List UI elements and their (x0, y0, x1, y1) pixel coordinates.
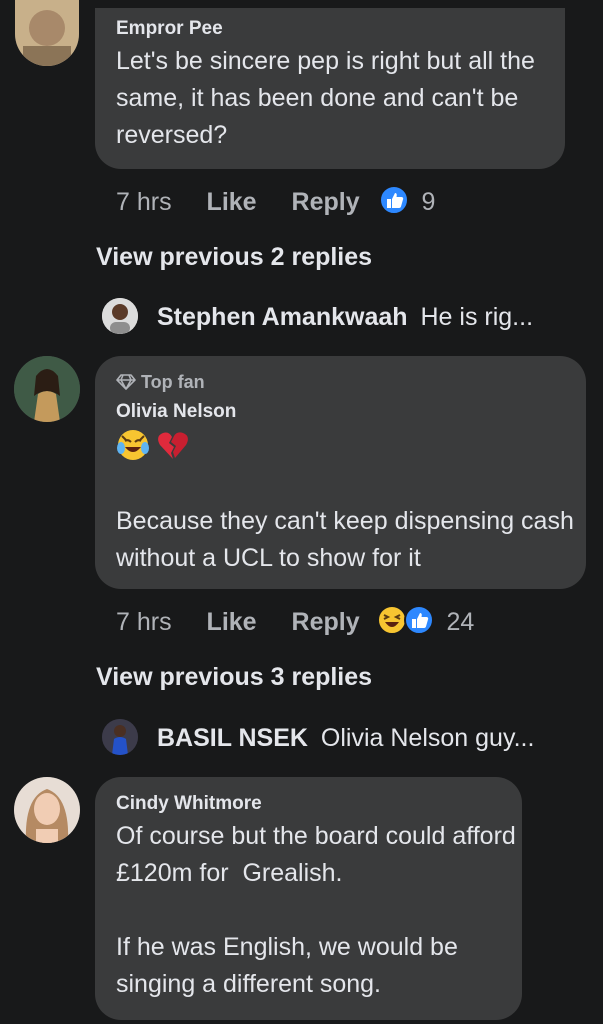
avatar-empror-pee[interactable] (15, 0, 79, 66)
reply-button[interactable]: Reply (292, 608, 360, 636)
comment-text: Let's be sincere pep is right but all th… (116, 47, 542, 149)
comment-time[interactable]: 7 hrs (116, 188, 172, 216)
reply-author[interactable]: Stephen Amankwaah (157, 303, 408, 331)
comment-time[interactable]: 7 hrs (116, 608, 172, 636)
emoji-row (116, 428, 190, 464)
avatar-image (15, 0, 79, 66)
avatar-image (102, 298, 138, 334)
avatar-cindy-whitmore[interactable] (14, 777, 80, 843)
reaction-count: 9 (421, 188, 436, 217)
comment-bubble-cindy-whitmore: Cindy Whitmore Of course but the board c… (95, 777, 522, 1020)
comment-author[interactable]: Empror Pee (116, 18, 223, 40)
badge-label: Top fan (141, 372, 205, 392)
reply-snippet: He is rig... (420, 303, 534, 331)
comment-text: Because they can't keep dispensing cash … (116, 507, 581, 572)
like-button[interactable]: Like (207, 188, 257, 216)
top-fan-badge: Top fan (116, 372, 205, 395)
reply-preview[interactable]: Stephen Amankwaah He is rig... (157, 303, 533, 332)
reply-preview[interactable]: BASIL NSEK Olivia Nelson guy... (157, 724, 534, 753)
comment-text: Of course but the board could afford £12… (116, 822, 516, 998)
reaction-summary[interactable]: 24 (376, 605, 475, 637)
reply-snippet: Olivia Nelson guy... (320, 724, 535, 752)
avatar-image (14, 356, 80, 422)
haha-icon (376, 605, 407, 642)
avatar-image (14, 777, 80, 843)
comment-bubble-empror-pee: Empror Pee Let's be sincere pep is right… (95, 8, 565, 169)
comment-bubble-olivia-nelson: Top fan Olivia Nelson Because they can't… (95, 356, 586, 589)
reaction-summary[interactable]: 9 (378, 185, 436, 217)
reply-button[interactable]: Reply (292, 188, 360, 216)
reply-author[interactable]: BASIL NSEK (157, 724, 308, 752)
view-previous-replies-link[interactable]: View previous 2 replies (96, 243, 372, 272)
comment-author[interactable]: Cindy Whitmore (116, 793, 262, 815)
like-icon (378, 185, 409, 222)
avatar-image (102, 719, 138, 755)
avatar-stephen-amankwaah[interactable] (102, 298, 138, 334)
comment-author[interactable]: Olivia Nelson (116, 401, 236, 423)
view-previous-replies-link[interactable]: View previous 3 replies (96, 663, 372, 692)
diamond-icon (116, 374, 136, 395)
avatar-olivia-nelson[interactable] (14, 356, 80, 422)
avatar-basil-nsek[interactable] (102, 719, 138, 755)
broken-heart-emoji (156, 428, 190, 467)
laughing-crying-emoji (116, 428, 150, 467)
comment-actions: 7 hrs Like Reply 9 (116, 185, 435, 222)
like-icon (403, 605, 434, 642)
like-button[interactable]: Like (207, 608, 257, 636)
comment-actions: 7 hrs Like Reply 24 (116, 605, 474, 642)
reaction-count: 24 (446, 608, 475, 637)
